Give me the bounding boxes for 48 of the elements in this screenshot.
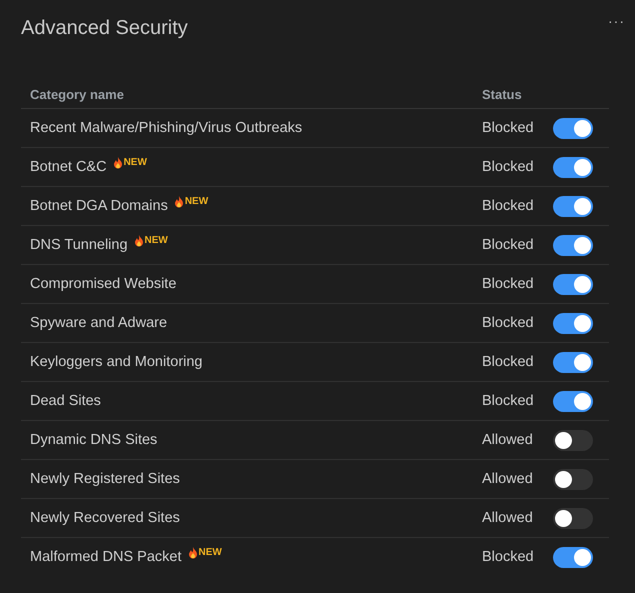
toggle-switch[interactable] xyxy=(553,430,593,450)
new-label: NEW xyxy=(198,547,222,558)
category-name: Compromised Website xyxy=(30,276,176,292)
column-header: Category name xyxy=(30,87,124,102)
flame-icon xyxy=(174,196,184,208)
category-name: Botnet C&C xyxy=(30,159,107,175)
toggle-switch[interactable] xyxy=(553,118,593,138)
toggle-switch[interactable] xyxy=(553,274,593,294)
toggle-switch[interactable] xyxy=(553,312,593,334)
toggle-switch[interactable] xyxy=(553,546,593,568)
status-text: Allowed xyxy=(482,432,534,448)
category-name: Spyware and Adware xyxy=(30,315,168,331)
toggle-switch[interactable] xyxy=(553,508,593,528)
new-label: NEW xyxy=(144,235,168,246)
panel-title: Advanced Security xyxy=(21,17,188,40)
toggle-switch[interactable] xyxy=(553,156,593,178)
toggle-switch[interactable] xyxy=(553,390,593,412)
new-label: NEW xyxy=(184,196,208,207)
category-name: Malformed DNS Packet xyxy=(30,549,182,565)
status-text: Blocked xyxy=(482,354,535,370)
toggle-switch[interactable] xyxy=(553,352,593,372)
status-text: Blocked xyxy=(482,198,535,214)
more-menu-button[interactable]: ··· xyxy=(604,14,629,28)
category-name: DNS Tunneling xyxy=(30,237,128,253)
category-name: Botnet DGA Domains xyxy=(30,198,168,214)
toggle-switch[interactable] xyxy=(553,468,593,490)
status-text: Blocked xyxy=(482,549,535,565)
category-name: Dynamic DNS Sites xyxy=(30,432,158,448)
toggle-switch[interactable] xyxy=(553,196,593,216)
category-name: Keyloggers and Monitoring xyxy=(30,354,202,370)
category-name: Recent Malware/Phishing/Virus Outbreaks xyxy=(30,120,302,136)
category-name: Dead Sites xyxy=(30,393,101,409)
status-text: Blocked xyxy=(482,159,535,175)
status-text: Blocked xyxy=(482,120,535,136)
status-text: Allowed xyxy=(482,471,534,487)
column-header: Status xyxy=(482,87,522,102)
category-name: Newly Recovered Sites xyxy=(30,510,180,526)
new-label: NEW xyxy=(124,157,147,168)
toggle-switch[interactable] xyxy=(553,234,593,256)
category-name: Newly Registered Sites xyxy=(30,471,180,487)
status-text: Blocked xyxy=(482,237,535,253)
status-text: Allowed xyxy=(482,510,534,526)
status-text: Blocked xyxy=(482,315,535,331)
status-text: Blocked xyxy=(482,276,535,292)
flame-icon xyxy=(112,157,123,169)
flame-icon xyxy=(134,235,144,247)
status-text: Blocked xyxy=(482,393,535,409)
flame-icon xyxy=(188,547,198,559)
